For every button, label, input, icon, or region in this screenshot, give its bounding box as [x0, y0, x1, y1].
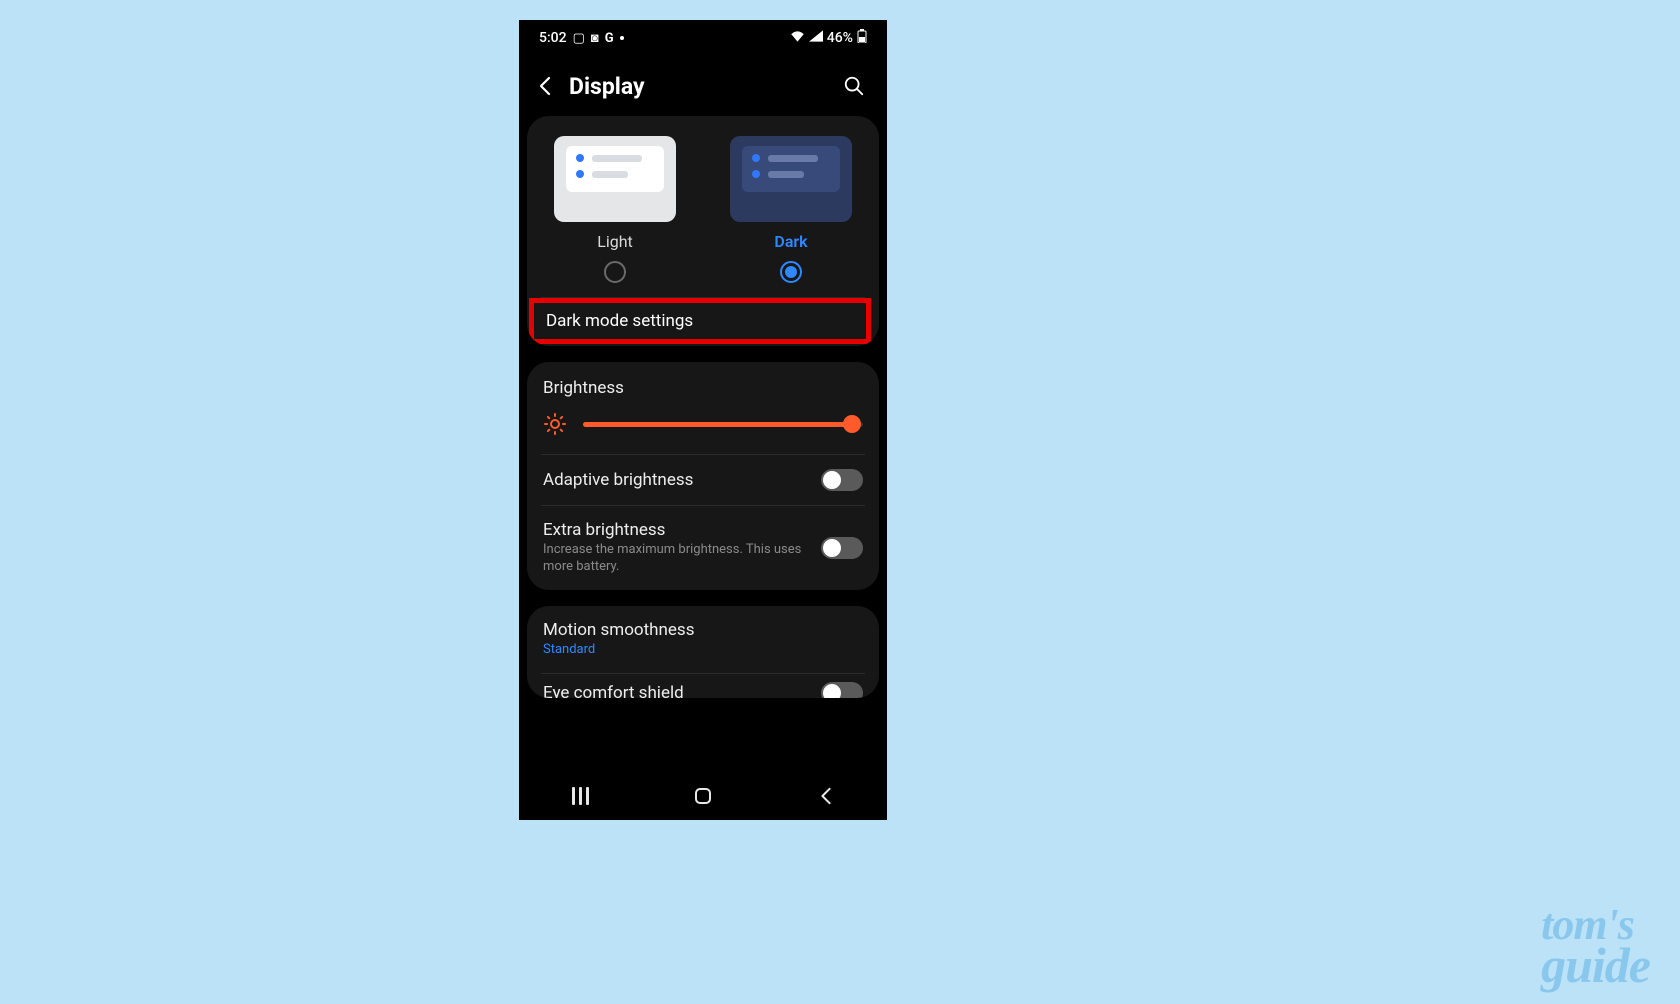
page-title: Display: [569, 73, 827, 100]
more-dot-icon: [620, 36, 624, 40]
extra-brightness-sub: Increase the maximum brightness. This us…: [543, 542, 809, 576]
extra-brightness-label: Extra brightness: [543, 520, 809, 540]
theme-dark-radio[interactable]: [780, 261, 802, 283]
battery-icon: [857, 29, 867, 47]
theme-light-label: Light: [597, 232, 633, 251]
light-preview-icon: [554, 136, 676, 222]
eye-comfort-toggle[interactable]: [821, 682, 863, 698]
extra-brightness-toggle[interactable]: [821, 537, 863, 559]
dark-mode-settings-highlight: Dark mode settings: [529, 298, 871, 344]
watermark-line2: guide: [1541, 944, 1650, 987]
brightness-slider[interactable]: [583, 414, 863, 434]
back-button[interactable]: [535, 75, 555, 97]
motion-smoothness-value: Standard: [543, 642, 863, 659]
extra-brightness-row[interactable]: Extra brightness Increase the maximum br…: [527, 506, 879, 590]
adaptive-brightness-row[interactable]: Adaptive brightness: [527, 455, 879, 505]
nav-recent-button[interactable]: [560, 783, 600, 809]
wifi-icon: [790, 30, 805, 46]
status-time: 5:02: [539, 30, 567, 46]
brightness-label: Brightness: [543, 378, 863, 398]
phone-frame: 5:02 ▢ ◙ G 46% Display: [519, 20, 887, 820]
theme-option-light[interactable]: Light: [537, 136, 693, 283]
status-bar: 5:02 ▢ ◙ G 46%: [519, 20, 887, 56]
screenshot-icon: ◙: [591, 32, 599, 45]
watermark: tom's guide: [1541, 906, 1650, 986]
image-icon: ▢: [573, 32, 585, 45]
motion-card: Motion smoothness Standard Eye comfort s…: [527, 606, 879, 698]
search-button[interactable]: [841, 73, 867, 99]
theme-card: Light Dark Dark mode settings: [527, 116, 879, 346]
theme-dark-label: Dark: [774, 232, 807, 251]
sun-icon: [543, 412, 567, 436]
battery-text: 46%: [827, 30, 853, 46]
adaptive-brightness-toggle[interactable]: [821, 469, 863, 491]
app-bar: Display: [519, 56, 887, 116]
nav-home-button[interactable]: [683, 783, 723, 809]
nav-bar: [519, 772, 887, 820]
motion-smoothness-row[interactable]: Motion smoothness Standard: [527, 606, 879, 673]
theme-light-radio[interactable]: [604, 261, 626, 283]
adaptive-brightness-label: Adaptive brightness: [543, 470, 809, 490]
signal-icon: [809, 30, 823, 46]
google-icon: G: [605, 32, 614, 45]
theme-option-dark[interactable]: Dark: [713, 136, 869, 283]
eye-comfort-label: Eye comfort shield: [543, 683, 684, 698]
nav-back-button[interactable]: [806, 783, 846, 809]
eye-comfort-row[interactable]: Eye comfort shield: [527, 674, 879, 698]
brightness-card: Brightness Adaptive brightness: [527, 362, 879, 590]
motion-smoothness-label: Motion smoothness: [543, 620, 863, 640]
dark-preview-icon: [730, 136, 852, 222]
dark-mode-settings-item[interactable]: Dark mode settings: [546, 311, 854, 331]
